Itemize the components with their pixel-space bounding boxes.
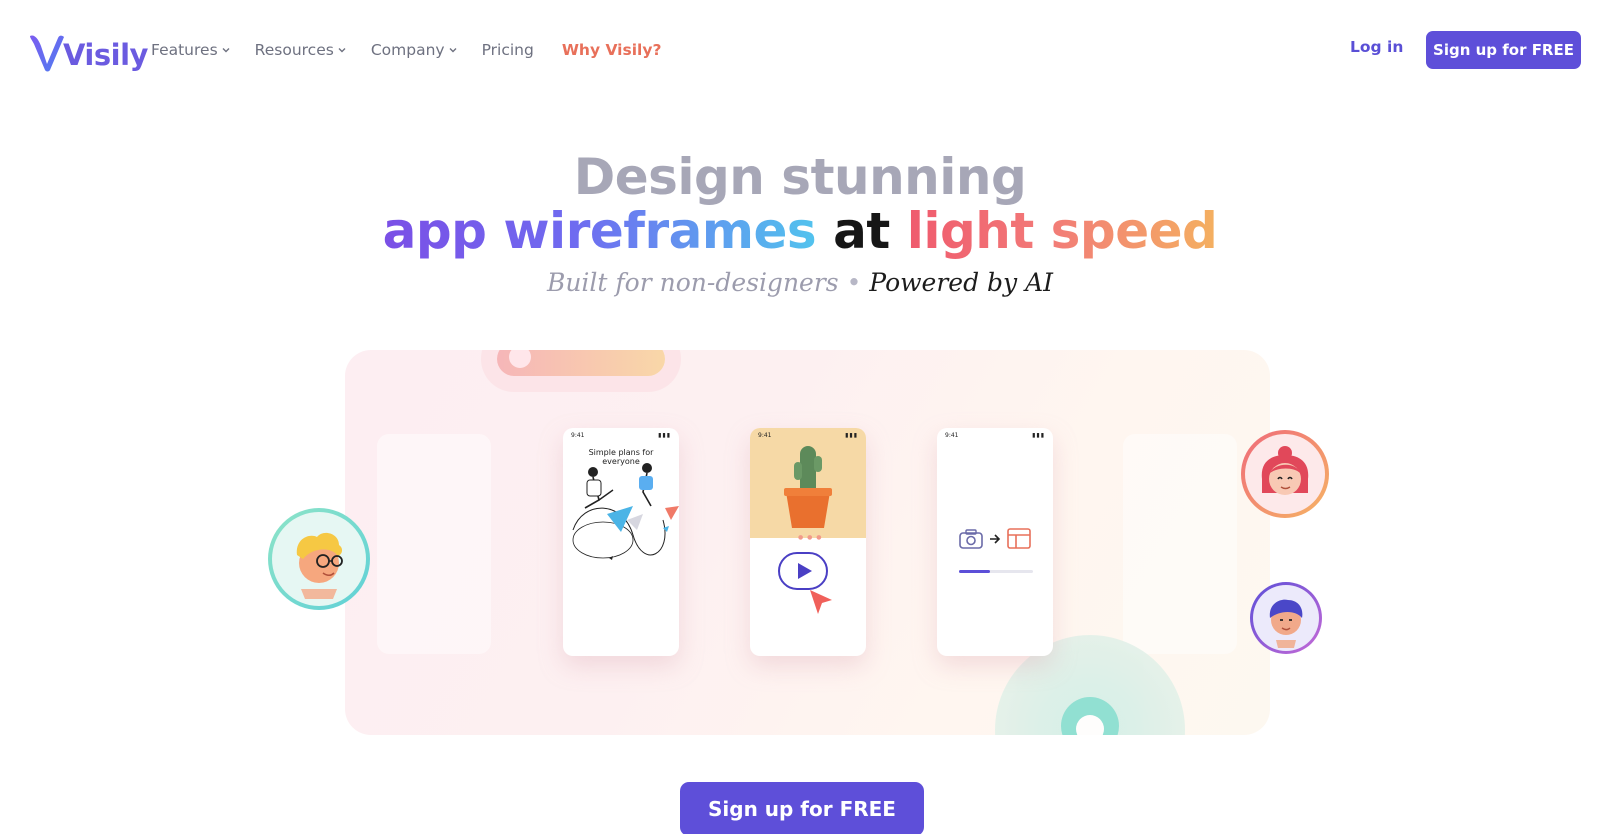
signup-button-hero[interactable]: Sign up for FREE bbox=[680, 782, 924, 834]
signal-icon: ▮▮▮ bbox=[1032, 432, 1045, 439]
nav-why-visily[interactable]: Why Visily? bbox=[562, 38, 662, 62]
avatar-face bbox=[272, 512, 366, 606]
avatar-red-hair bbox=[1241, 430, 1329, 518]
decorative-toggle bbox=[497, 350, 665, 376]
hero-heading-line1: Design stunning bbox=[573, 148, 1027, 206]
nav-pricing-label: Pricing bbox=[481, 41, 534, 59]
hero-heading-line2: app wireframes at light speed bbox=[0, 202, 1600, 260]
avatar-face bbox=[1245, 434, 1325, 514]
phone-screen-plans: 9:41 ▮▮▮ Simple plans for everyone bbox=[563, 428, 679, 656]
phone-screen-product: 9:41 ▮▮▮ ● ● ● bbox=[750, 428, 866, 656]
hero-tagline: Built for non-designers • Powered by AI bbox=[0, 268, 1600, 297]
person-face-icon bbox=[1269, 599, 1303, 648]
phone-screen-convert: 9:41 ▮▮▮ bbox=[937, 428, 1053, 656]
camera-icon bbox=[959, 529, 983, 549]
cursor-icon bbox=[810, 590, 832, 614]
nav-company-label: Company bbox=[370, 41, 445, 59]
person-face-icon bbox=[1261, 446, 1309, 495]
product-photo bbox=[750, 428, 866, 538]
status-time: 9:41 bbox=[758, 432, 772, 439]
logo-wordmark: Visily bbox=[63, 38, 148, 72]
signal-icon: ▮▮▮ bbox=[658, 432, 671, 439]
decorative-toggle-knob bbox=[509, 350, 531, 368]
signal-icon: ▮▮▮ bbox=[845, 432, 858, 439]
chevron-down-icon bbox=[449, 48, 457, 53]
login-link[interactable]: Log in bbox=[1350, 38, 1403, 56]
people-illustration-icon bbox=[572, 463, 679, 560]
tagline-separator: • bbox=[846, 268, 862, 297]
signup-button-header[interactable]: Sign up for FREE bbox=[1426, 31, 1581, 69]
nav-why-visily-label: Why Visily? bbox=[561, 41, 662, 59]
hero-highlight-wireframes: app wireframes bbox=[382, 202, 817, 260]
avatar-face bbox=[1253, 585, 1319, 651]
status-time: 9:41 bbox=[571, 432, 585, 439]
play-icon[interactable] bbox=[778, 552, 828, 592]
layout-icon bbox=[1007, 528, 1031, 549]
status-bar: 9:41 ▮▮▮ bbox=[758, 432, 858, 442]
nav-links: Features Resources Company Pricing Why V… bbox=[151, 38, 685, 62]
cactus-pot-icon bbox=[784, 446, 832, 528]
arrow-right-icon bbox=[990, 534, 1001, 544]
status-bar: 9:41 ▮▮▮ bbox=[571, 432, 671, 442]
avatar-blue-hair bbox=[1250, 582, 1322, 654]
hero-word-at: at bbox=[833, 202, 890, 260]
person-face-icon bbox=[296, 532, 343, 599]
tagline-non-designers: Built for non-designers bbox=[546, 268, 839, 297]
chevron-down-icon bbox=[222, 48, 230, 53]
nav-resources[interactable]: Resources bbox=[255, 38, 347, 62]
ghost-screen-left bbox=[377, 434, 491, 654]
status-time: 9:41 bbox=[945, 432, 959, 439]
nav-resources-label: Resources bbox=[254, 41, 334, 59]
logo-v-icon bbox=[30, 35, 64, 72]
ghost-screen-right bbox=[1123, 434, 1237, 654]
upload-progress-fill bbox=[959, 570, 991, 573]
hero-highlight-light-speed: light speed bbox=[906, 202, 1218, 260]
chevron-down-icon bbox=[338, 48, 346, 53]
status-bar: 9:41 ▮▮▮ bbox=[945, 432, 1045, 442]
avatar-curly-hair-glasses bbox=[268, 508, 370, 610]
product-showcase: 9:41 ▮▮▮ Simple plans for everyone 9:41 … bbox=[345, 350, 1270, 735]
nav-features[interactable]: Features bbox=[151, 38, 231, 62]
tagline-powered-by-ai: Powered by AI bbox=[869, 268, 1054, 297]
visily-logo[interactable]: Visily bbox=[28, 28, 148, 72]
decorative-circle-center bbox=[1076, 715, 1104, 735]
nav-company[interactable]: Company bbox=[371, 38, 458, 62]
nav-features-label: Features bbox=[151, 41, 218, 59]
top-navigation: Visily Features Resources Company Pricin… bbox=[0, 0, 1600, 100]
upload-progress-bar bbox=[959, 570, 1033, 573]
carousel-dots: ● ● ● bbox=[798, 534, 823, 541]
nav-pricing[interactable]: Pricing bbox=[482, 38, 534, 62]
